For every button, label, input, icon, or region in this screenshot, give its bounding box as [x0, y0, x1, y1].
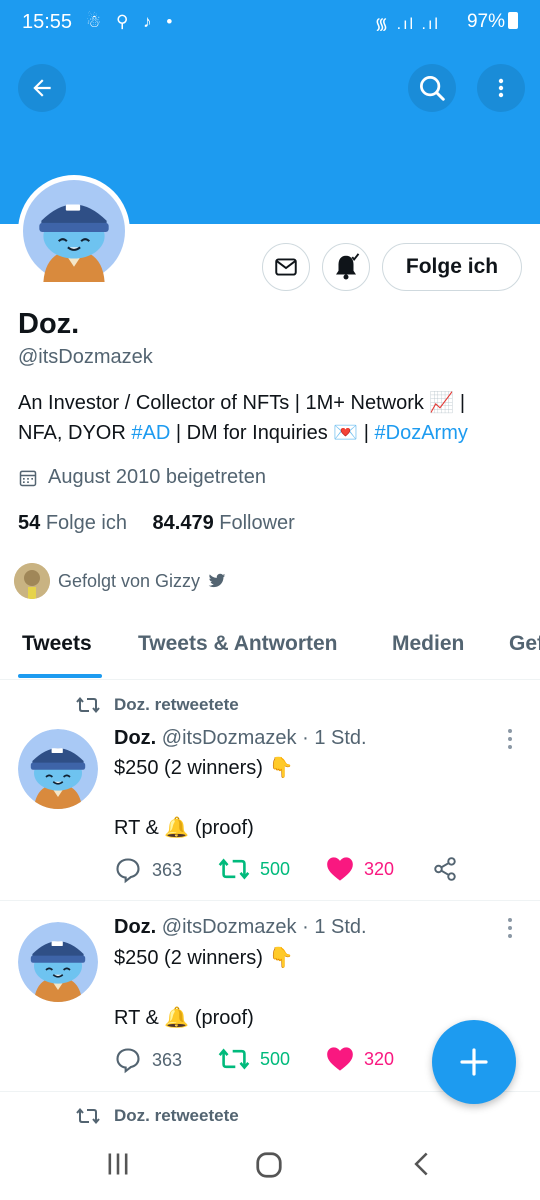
tab-tweets-replies[interactable]: Tweets & Antworten — [138, 632, 338, 656]
followed-by-text: Gefolgt von Gizzy — [58, 570, 201, 591]
signal-icon: ᯾ .ıl .ıl — [374, 16, 440, 33]
following-label: Folge ich — [45, 512, 127, 534]
reply-button[interactable]: 363 — [114, 1046, 182, 1074]
search-button[interactable] — [408, 64, 456, 112]
profile-avatar[interactable] — [18, 175, 130, 287]
message-button[interactable] — [262, 243, 310, 291]
followers-stat[interactable]: 84.479 Follower — [153, 512, 295, 534]
tweet-avatar[interactable] — [18, 729, 98, 809]
retweet-icon — [218, 858, 250, 880]
tab-media[interactable]: Medien — [392, 632, 464, 656]
active-tab-indicator — [18, 674, 102, 678]
following-stat[interactable]: 54 Folge ich — [18, 512, 127, 534]
back-button[interactable] — [18, 64, 66, 112]
reply-icon — [116, 1048, 140, 1074]
retweet-button[interactable]: 500 — [218, 856, 290, 882]
tab-likes[interactable]: Gef — [509, 632, 540, 656]
more-vertical-icon — [498, 78, 504, 98]
share-icon — [434, 857, 456, 881]
reply-button[interactable]: 363 — [114, 856, 182, 884]
system-navigation-bar — [0, 1130, 540, 1200]
compose-tweet-button[interactable] — [432, 1020, 516, 1104]
retweet-button[interactable]: 500 — [218, 1046, 290, 1072]
mail-icon — [275, 258, 297, 276]
hashtag-dozarmy-link[interactable]: #DozArmy — [375, 422, 468, 444]
follower-avatar — [14, 563, 50, 599]
profile-handle: @itsDozmazek — [18, 346, 153, 368]
hashtag-ad-link[interactable]: #AD — [131, 422, 170, 444]
tweet-handle-time: @itsDozmazek · 1 Std. — [161, 916, 367, 938]
calendar-icon — [19, 470, 37, 486]
retweet-header: Doz. retweetete — [76, 695, 239, 715]
battery-percent: 97% — [466, 11, 505, 32]
retweeted-by-text: Doz. retweetete — [114, 695, 239, 714]
profile-name: Doz. — [18, 308, 80, 340]
retweet-header-next: Doz. retweetete — [76, 1106, 239, 1126]
home-icon[interactable] — [254, 1150, 284, 1180]
back-arrow-icon — [33, 79, 51, 97]
bio-text: NFA, DYOR — [18, 422, 132, 444]
like-count: 320 — [364, 858, 395, 879]
reply-count: 363 — [152, 1049, 183, 1070]
tweet-actions: 363 500 320 — [114, 856, 514, 886]
tweet-text-line-2: RT & 🔔 (proof) — [114, 1007, 254, 1029]
tweet-author-name: Doz. — [114, 916, 157, 938]
heart-icon — [327, 1047, 353, 1071]
tweet-header: Doz. @itsDozmazek · 1 Std. — [114, 916, 367, 939]
retweet-small-icon — [76, 1107, 100, 1125]
tweet-1[interactable]: Doz. retweetete Doz. @itsDozmazek · 1 St… — [0, 681, 540, 901]
profile-tabs: Tweets Tweets & Antworten Medien Gef — [0, 618, 540, 680]
back-nav-icon[interactable] — [408, 1150, 436, 1178]
recent-apps-icon[interactable] — [104, 1150, 132, 1178]
follow-stats: 54 Folge ich 84.479 Follower — [18, 512, 295, 535]
followers-label: Follower — [219, 512, 295, 534]
avatar-cat-image — [23, 180, 125, 282]
tweet-more-icon[interactable] — [504, 727, 516, 751]
retweet-icon — [218, 1048, 250, 1070]
share-button[interactable] — [432, 856, 458, 882]
search-icon — [420, 76, 445, 101]
tweet-more-icon[interactable] — [504, 916, 516, 940]
followed-by-row[interactable]: Gefolgt von Gizzy — [14, 563, 226, 599]
like-button[interactable]: 320 — [326, 1046, 394, 1072]
tab-tweets[interactable]: Tweets — [22, 632, 92, 656]
tweet-avatar[interactable] — [18, 922, 98, 1002]
tweet-header: Doz. @itsDozmazek · 1 Std. — [114, 727, 367, 750]
like-count: 320 — [364, 1048, 395, 1069]
status-bar: 15:55 ☃ ⚲ ♪ • ᯾ .ıl .ıl 97% — [0, 0, 540, 44]
reply-icon — [116, 858, 140, 884]
profile-bio: An Investor / Collector of NFTs | 1M+ Ne… — [18, 388, 528, 448]
retweet-small-icon — [76, 696, 100, 714]
verified-bird-icon — [208, 573, 226, 588]
bio-line-1: An Investor / Collector of NFTs | 1M+ Ne… — [18, 392, 466, 414]
notifications-button[interactable] — [322, 243, 370, 291]
joined-date: August 2010 beigetreten — [18, 466, 266, 489]
tweet-text-line-1: $250 (2 winners) 👇 — [114, 947, 294, 969]
heart-icon — [327, 857, 353, 881]
followers-count: 84.479 — [152, 512, 214, 534]
battery-status: 97% — [467, 11, 518, 33]
retweet-count: 500 — [260, 1048, 291, 1069]
joined-text: August 2010 beigetreten — [48, 466, 266, 488]
retweet-count: 500 — [260, 858, 291, 879]
following-button[interactable]: Folge ich — [382, 243, 522, 291]
tweet-text-line-1: $250 (2 winners) 👇 — [114, 757, 294, 779]
compose-plus-icon — [460, 1048, 488, 1076]
status-time: 15:55 — [22, 11, 73, 33]
bell-icon — [336, 253, 360, 280]
battery-icon — [508, 12, 518, 29]
reply-count: 363 — [152, 859, 183, 880]
notification-icons: ☃ ⚲ ♪ • — [86, 12, 178, 31]
following-count: 54 — [18, 512, 41, 534]
tweet-author-name: Doz. — [114, 727, 157, 749]
like-button[interactable]: 320 — [326, 856, 394, 882]
bio-text-2: | DM for Inquiries 💌 | — [170, 422, 375, 444]
more-options-button[interactable] — [477, 64, 525, 112]
tweet-handle-time: @itsDozmazek · 1 Std. — [161, 727, 367, 749]
tweet-text-line-2: RT & 🔔 (proof) — [114, 817, 254, 839]
retweeted-by-text: Doz. retweetete — [114, 1106, 239, 1125]
